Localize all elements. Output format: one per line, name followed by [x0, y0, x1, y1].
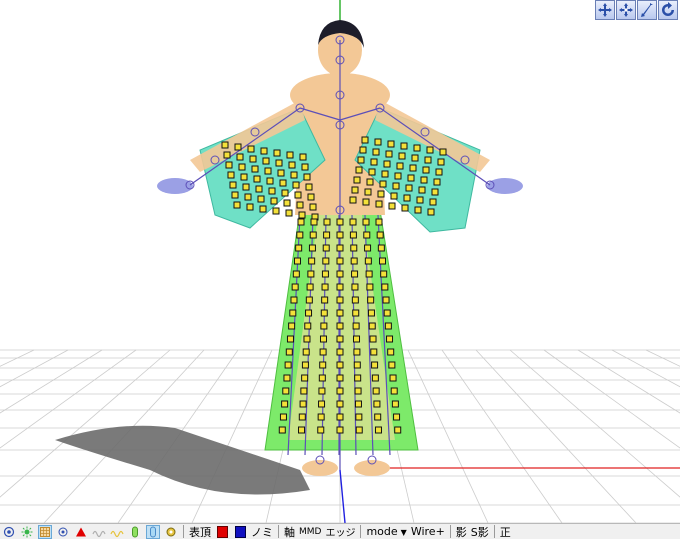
move-arrows-icon [598, 3, 612, 17]
rotate-view-button[interactable] [595, 0, 615, 20]
toolbar-divider [360, 525, 362, 538]
reset-view-button[interactable] [658, 0, 678, 20]
toolbar-divider [183, 525, 184, 538]
light-toggle-button[interactable] [20, 525, 34, 539]
show-label[interactable]: 表頂 [187, 524, 213, 540]
select-mode-button[interactable] [2, 525, 16, 539]
wave-yellow-icon [110, 530, 124, 537]
toolbar-divider [278, 525, 279, 538]
nomi-label[interactable]: ノミ [249, 524, 275, 540]
sun-icon [21, 526, 33, 537]
triangle-icon [76, 527, 86, 536]
left-foot [302, 460, 338, 476]
self-shadow-button[interactable]: S影 [469, 524, 491, 540]
wave-icon [92, 530, 106, 537]
bone-wave-toggle-button[interactable] [110, 525, 124, 539]
front-view-button[interactable]: 正 [498, 524, 513, 540]
model-scene [0, 0, 680, 523]
mode-label: mode [366, 525, 398, 538]
color-swatch-red[interactable] [215, 525, 229, 539]
capsule-blue-icon [150, 526, 156, 537]
right-foot [354, 460, 390, 476]
chevron-down-icon: ▼ [400, 528, 407, 537]
toolbar-divider [449, 525, 451, 538]
rigid-toggle-button[interactable] [128, 525, 142, 539]
capsule-icon [132, 526, 138, 537]
mmd-button[interactable]: MMD [297, 527, 323, 537]
zoom-view-button[interactable] [637, 0, 657, 20]
camera-nav-controls [595, 0, 678, 20]
blue-swatch-icon [234, 525, 246, 538]
wire-toggle-button[interactable] [92, 525, 106, 539]
z-axis-line [339, 469, 346, 523]
red-swatch-icon [216, 525, 228, 538]
bottom-toolbar: 表頂 ノミ 軸 MMD エッジ mode ▼ Wire+ 影 S影 正 [0, 523, 680, 539]
pan-view-button[interactable] [616, 0, 636, 20]
axis-button[interactable]: 軸 [282, 524, 297, 540]
point-icon [58, 527, 68, 536]
target-circle-icon [3, 526, 15, 537]
cross-arrows-icon [619, 3, 633, 17]
face-toggle-button[interactable] [74, 525, 88, 539]
left-hand [157, 178, 193, 194]
refresh-icon [662, 2, 674, 16]
gear-icon [166, 527, 176, 536]
grid-icon [40, 526, 50, 537]
right-hand [487, 178, 523, 194]
edge-button[interactable]: エッジ [323, 524, 357, 539]
grid-toggle-button[interactable] [38, 524, 52, 539]
color-swatch-blue[interactable] [233, 525, 247, 539]
joint-toggle-button[interactable] [146, 524, 160, 539]
point-toggle-button[interactable] [56, 525, 70, 539]
zoom-arrow-icon [641, 3, 653, 17]
toolbar-divider [493, 525, 495, 538]
wire-plus-button[interactable]: Wire+ [409, 525, 447, 538]
shadow-button[interactable]: 影 [454, 524, 469, 540]
mode-dropdown[interactable]: mode ▼ [364, 525, 408, 538]
ik-toggle-button[interactable] [164, 525, 178, 539]
3d-viewport[interactable] [0, 0, 680, 523]
